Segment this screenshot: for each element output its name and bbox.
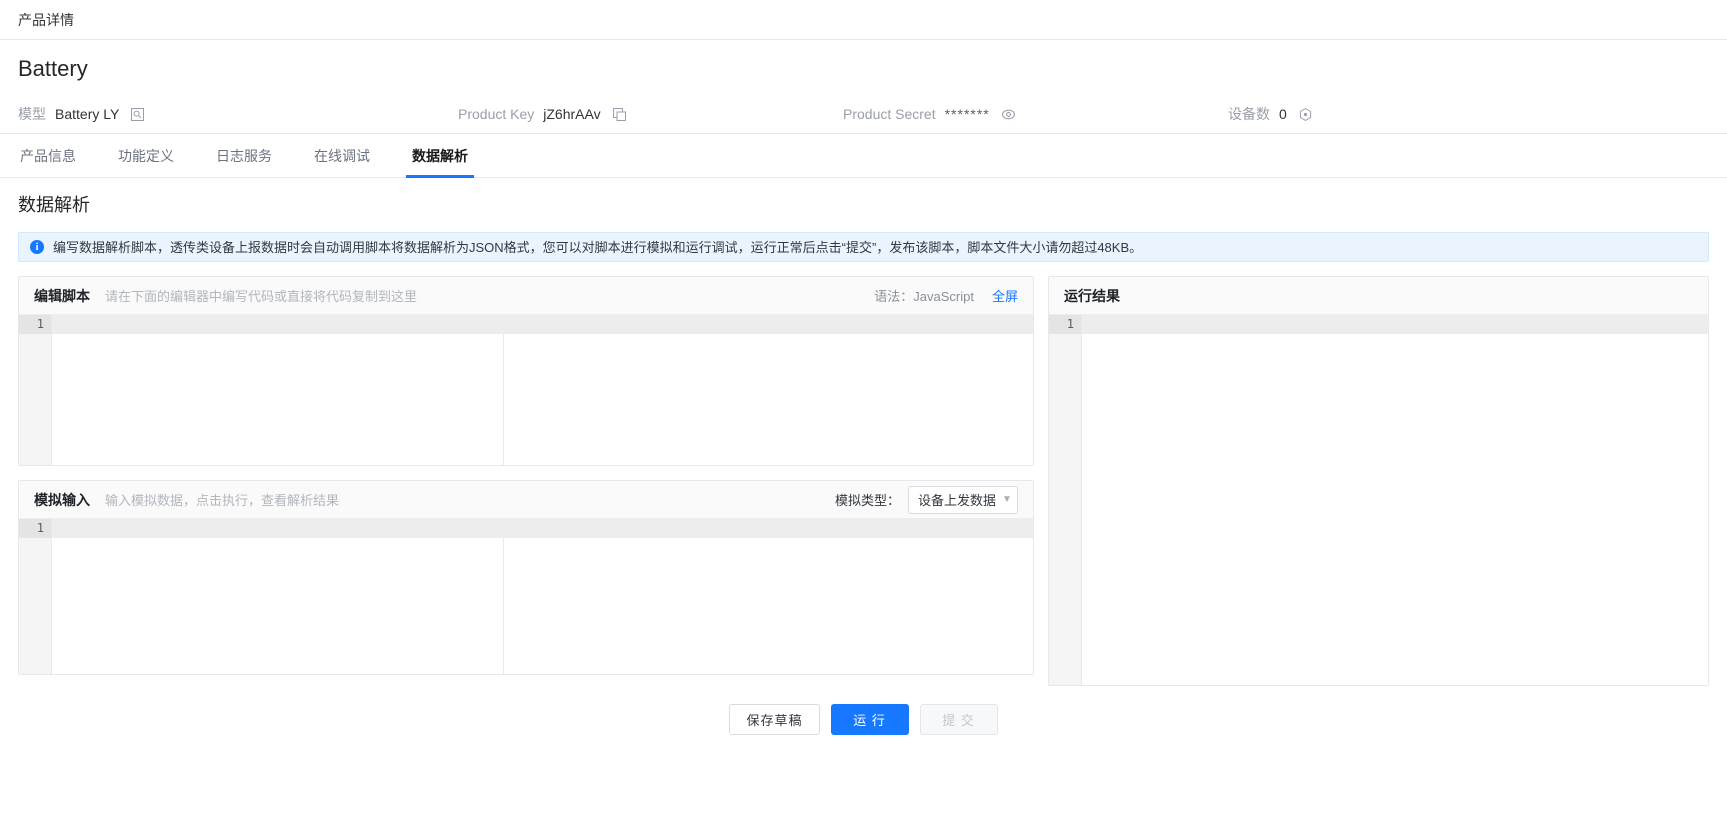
sim-type-label: 模拟类型： xyxy=(834,493,900,508)
gutter-line-number: 1 xyxy=(1049,315,1081,334)
sim-input-lines[interactable] xyxy=(52,519,1033,674)
tab-product-info[interactable]: 产品信息 xyxy=(18,134,78,177)
meta-product-key-value: jZ6hrAAv xyxy=(543,106,601,122)
meta-device-count-label: 设备数 xyxy=(1228,106,1270,122)
tab-label: 产品信息 xyxy=(20,147,76,164)
chevron-down-icon: ▼ xyxy=(1002,493,1012,505)
sim-type-select[interactable]: 设备上发数据 ▼ xyxy=(908,485,1018,514)
meta-model-label: 模型 xyxy=(18,106,46,122)
eye-icon[interactable] xyxy=(1001,107,1016,122)
script-editor-panel: 编辑脚本 请在下面的编辑器中编写代码或直接将代码复制到这里 语法：JavaScr… xyxy=(18,276,1034,466)
code-line[interactable] xyxy=(1082,315,1708,334)
script-editor-gutter: 1 xyxy=(19,315,52,465)
right-column: 运行结果 1 xyxy=(1048,276,1709,686)
tab-label: 数据解析 xyxy=(412,147,468,164)
meta-product-secret-label: Product Secret xyxy=(843,106,936,122)
result-gutter: 1 xyxy=(1049,315,1082,685)
meta-product-secret-value: ******* xyxy=(944,106,990,122)
result-editor[interactable]: 1 xyxy=(1049,315,1708,685)
save-draft-button[interactable]: 保存草稿 xyxy=(729,704,820,735)
sim-input-hint: 输入模拟数据，点击执行，查看解析结果 xyxy=(105,492,340,508)
breadcrumb-current: 产品详情 xyxy=(18,11,74,28)
meta-product-key-label: Product Key xyxy=(458,106,535,122)
sim-input-panel: 模拟输入 输入模拟数据，点击执行，查看解析结果 模拟类型： 设备上发数据 ▼ 1 xyxy=(18,480,1034,675)
main-split: 编辑脚本 请在下面的编辑器中编写代码或直接将代码复制到这里 语法：JavaScr… xyxy=(18,276,1709,686)
sim-type-control: 模拟类型： 设备上发数据 ▼ xyxy=(834,485,1018,514)
left-column: 编辑脚本 请在下面的编辑器中编写代码或直接将代码复制到这里 语法：JavaScr… xyxy=(18,276,1034,675)
tab-log-service[interactable]: 日志服务 xyxy=(214,134,274,177)
search-box-icon[interactable] xyxy=(130,107,145,122)
script-editor-title: 编辑脚本 xyxy=(34,287,90,304)
tab-bar: 产品信息 功能定义 日志服务 在线调试 数据解析 xyxy=(0,134,1727,178)
code-line[interactable] xyxy=(52,315,1033,334)
sim-input-header: 模拟输入 输入模拟数据，点击执行，查看解析结果 模拟类型： 设备上发数据 ▼ xyxy=(19,481,1033,519)
fullscreen-link[interactable]: 全屏 xyxy=(992,286,1018,305)
target-icon[interactable] xyxy=(1298,107,1313,122)
product-meta-row: 模型 Battery LY Product Key jZ6hrAAv Produ… xyxy=(18,98,1709,130)
sim-input-gutter: 1 xyxy=(19,519,52,674)
page-body: 数据解析 i 编写数据解析脚本，透传类设备上报数据时会自动调用脚本将数据解析为J… xyxy=(0,178,1727,735)
copy-icon[interactable] xyxy=(612,107,627,122)
meta-model-value: Battery LY xyxy=(55,106,120,122)
result-header: 运行结果 xyxy=(1049,277,1708,315)
script-editor-hint: 请在下面的编辑器中编写代码或直接将代码复制到这里 xyxy=(105,288,418,304)
meta-device-count: 设备数 0 xyxy=(1228,104,1528,124)
info-alert: i 编写数据解析脚本，透传类设备上报数据时会自动调用脚本将数据解析为JSON格式… xyxy=(18,232,1709,262)
gutter-line-number: 1 xyxy=(19,519,51,538)
meta-device-count-value: 0 xyxy=(1279,106,1287,122)
section-title: 数据解析 xyxy=(18,195,90,215)
info-icon: i xyxy=(30,240,44,254)
script-code-editor[interactable]: 1 xyxy=(19,315,1033,465)
tab-label: 功能定义 xyxy=(118,147,174,164)
script-editor-header: 编辑脚本 请在下面的编辑器中编写代码或直接将代码复制到这里 语法：JavaScr… xyxy=(19,277,1033,315)
print-margin-guide xyxy=(503,334,504,465)
syntax-label: 语法：JavaScript xyxy=(874,289,974,304)
submit-button[interactable]: 提 交 xyxy=(919,704,998,735)
run-button[interactable]: 运 行 xyxy=(830,704,909,735)
page-title: Battery xyxy=(18,56,88,81)
result-panel: 运行结果 1 xyxy=(1048,276,1709,686)
breadcrumb-bar: 产品详情 xyxy=(0,0,1727,40)
tab-data-parsing[interactable]: 数据解析 xyxy=(406,134,474,178)
product-header: Battery 模型 Battery LY Product Key jZ6hrA… xyxy=(0,40,1727,134)
script-editor-lines[interactable] xyxy=(52,315,1033,465)
sim-type-value: 设备上发数据 xyxy=(918,493,997,508)
tab-online-debug[interactable]: 在线调试 xyxy=(312,134,372,177)
meta-product-secret: Product Secret ******* xyxy=(843,106,1228,122)
print-margin-guide xyxy=(503,538,504,674)
result-title: 运行结果 xyxy=(1064,287,1120,304)
tab-label: 在线调试 xyxy=(314,147,370,164)
sim-input-title: 模拟输入 xyxy=(34,491,90,508)
meta-product-key: Product Key jZ6hrAAv xyxy=(458,106,843,122)
sim-input-editor[interactable]: 1 xyxy=(19,519,1033,674)
code-line[interactable] xyxy=(52,519,1033,538)
tab-function-definition[interactable]: 功能定义 xyxy=(116,134,176,177)
footer-actions: 保存草稿 运 行 提 交 xyxy=(18,686,1709,735)
result-lines[interactable] xyxy=(1082,315,1708,685)
tab-label: 日志服务 xyxy=(216,147,272,164)
info-alert-text: 编写数据解析脚本，透传类设备上报数据时会自动调用脚本将数据解析为JSON格式，您… xyxy=(53,239,1143,255)
meta-model: 模型 Battery LY xyxy=(18,104,458,124)
gutter-line-number: 1 xyxy=(19,315,51,334)
